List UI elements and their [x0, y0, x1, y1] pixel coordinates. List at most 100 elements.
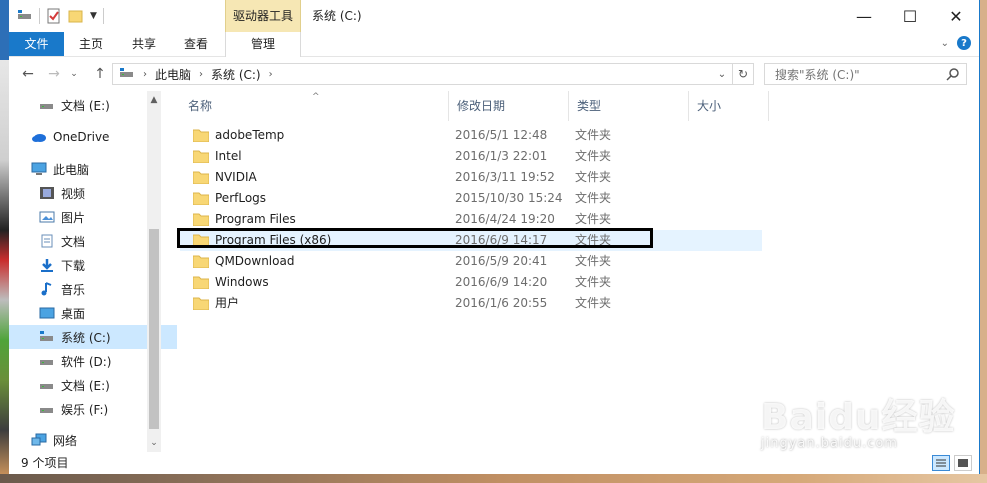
file-name: PerfLogs	[215, 191, 267, 205]
file-name: Windows	[215, 275, 269, 289]
customize-toolbar-chevron-icon[interactable]: ▼	[90, 11, 97, 21]
breadcrumb-separator-icon[interactable]: ›	[199, 69, 203, 80]
breadcrumb-system-c[interactable]: 系统 (C:)	[211, 66, 261, 83]
tab-manage[interactable]: 管理	[225, 32, 301, 57]
back-arrow-icon: ←	[22, 66, 34, 82]
folder-icon	[192, 129, 210, 143]
search-icon[interactable]	[946, 67, 960, 81]
file-date: 2016/3/11 19:52	[455, 170, 555, 184]
column-header-label: 名称	[188, 99, 213, 113]
nav-item-label: 图片	[61, 210, 86, 225]
search-box[interactable]	[764, 63, 967, 85]
scroll-down-icon[interactable]: ⌄	[147, 436, 161, 450]
music-icon	[39, 282, 55, 296]
navigation-pane: 文档 (E:) OneDrive 此电脑 视频 图片 文档 下载 音乐 桌面 系…	[9, 91, 177, 452]
nav-item-label: 文档 (E:)	[61, 98, 110, 113]
nav-item-label: 桌面	[61, 306, 86, 321]
file-row[interactable]: Intel 2016/1/3 22:01 文件夹	[180, 146, 762, 167]
drive-icon	[119, 67, 135, 82]
nav-item-label: 视频	[61, 186, 86, 201]
forward-arrow-icon: →	[48, 66, 60, 82]
nav-item-label: 此电脑	[53, 162, 90, 177]
expand-ribbon-chevron-icon[interactable]: ⌄	[941, 38, 949, 49]
quick-access-toolbar: ▼	[17, 6, 110, 26]
file-row[interactable]: PerfLogs 2015/10/30 15:24 文件夹	[180, 188, 762, 209]
drive-icon	[39, 98, 55, 112]
chevron-down-icon: ⌄	[717, 68, 727, 80]
file-row[interactable]: Program Files 2016/4/24 19:20 文件夹	[180, 209, 762, 230]
folder-icon	[192, 192, 210, 206]
column-header-name[interactable]: ^ 名称	[180, 91, 449, 121]
breadcrumb-this-pc[interactable]: 此电脑	[155, 66, 191, 83]
minimize-button[interactable]: —	[841, 0, 887, 32]
file-date: 2015/10/30 15:24	[455, 191, 563, 205]
file-name: 用户	[215, 296, 240, 310]
drive-app-icon[interactable]	[17, 8, 33, 24]
forward-button[interactable]: →	[45, 65, 63, 83]
file-name: Intel	[215, 149, 242, 163]
close-button[interactable]: ✕	[933, 0, 979, 32]
up-button[interactable]: ↑	[91, 65, 109, 83]
file-name: QMDownload	[215, 254, 295, 268]
file-row[interactable]: NVIDIA 2016/3/11 19:52 文件夹	[180, 167, 762, 188]
tab-file[interactable]: 文件	[9, 32, 64, 56]
refresh-button[interactable]: ↻	[732, 64, 753, 84]
refresh-icon: ↻	[737, 67, 749, 81]
properties-icon[interactable]	[46, 8, 62, 24]
nav-item-label: 系统 (C:)	[61, 330, 111, 345]
annotation-highlight-box	[177, 228, 653, 248]
nav-pane-scrollbar[interactable]: ▲ ⌄	[147, 91, 161, 452]
details-view-button[interactable]	[932, 455, 950, 471]
tab-view[interactable]: 查看	[176, 32, 216, 56]
file-name: Program Files	[215, 212, 296, 226]
maximize-icon: ☐	[902, 6, 918, 26]
download-icon	[39, 258, 55, 272]
folder-icon	[192, 150, 210, 164]
nav-item-onedrive[interactable]: OneDrive	[9, 125, 169, 149]
tab-share[interactable]: 共享	[124, 32, 164, 56]
column-header-type[interactable]: 类型	[569, 91, 689, 121]
picture-icon	[39, 210, 55, 224]
nav-pane-scroll-thumb[interactable]	[149, 229, 159, 429]
drive-tools-label: 驱动器工具	[232, 9, 293, 23]
address-history-button[interactable]: ⌄	[713, 64, 731, 84]
details-view-icon	[936, 459, 946, 467]
file-type: 文件夹	[575, 191, 612, 205]
help-icon[interactable]: ?	[957, 36, 971, 50]
maximize-button[interactable]: ☐	[887, 0, 933, 32]
nav-item-network[interactable]: 网络	[9, 428, 169, 452]
desktop-background-left	[0, 0, 9, 483]
nav-item-label: 软件 (D:)	[61, 354, 112, 369]
video-icon	[39, 186, 55, 200]
column-header-size[interactable]: 大小	[689, 91, 769, 121]
chevron-down-icon: ⌄	[70, 69, 78, 79]
minimize-icon: —	[856, 6, 872, 26]
toolbar-divider	[102, 8, 104, 24]
nav-item-this-pc[interactable]: 此电脑	[9, 157, 169, 181]
cloud-icon	[31, 130, 47, 144]
address-bar[interactable]: › 此电脑 › 系统 (C:) › ⌄ ↻	[112, 63, 754, 85]
file-type: 文件夹	[575, 170, 612, 184]
file-row[interactable]: Windows 2016/6/9 14:20 文件夹	[180, 272, 762, 293]
file-row[interactable]: QMDownload 2016/5/9 20:41 文件夹	[180, 251, 762, 272]
baidu-jingyan-watermark: Baidu经验 jingyan.baidu.com	[761, 388, 955, 451]
file-date: 2016/5/9 20:41	[455, 254, 548, 268]
recent-locations-button[interactable]: ⌄	[65, 65, 83, 83]
file-type: 文件夹	[575, 254, 612, 268]
new-folder-icon[interactable]	[68, 8, 84, 24]
file-type: 文件夹	[575, 128, 612, 142]
back-button[interactable]: ←	[19, 65, 37, 83]
file-name: NVIDIA	[215, 170, 257, 184]
drive-icon	[39, 354, 55, 368]
network-icon	[31, 433, 47, 447]
tab-home[interactable]: 主页	[71, 32, 111, 56]
breadcrumb-separator-icon[interactable]: ›	[143, 69, 147, 80]
large-icons-view-button[interactable]	[954, 455, 972, 471]
scroll-up-icon[interactable]: ▲	[147, 93, 161, 107]
file-row[interactable]: 用户 2016/1/6 20:55 文件夹	[180, 293, 762, 314]
file-row[interactable]: adobeTemp 2016/5/1 12:48 文件夹	[180, 125, 762, 146]
folder-icon	[192, 171, 210, 185]
breadcrumb-separator-icon[interactable]: ›	[269, 69, 273, 80]
column-header-date[interactable]: 修改日期	[449, 91, 569, 121]
search-input[interactable]	[773, 65, 947, 85]
